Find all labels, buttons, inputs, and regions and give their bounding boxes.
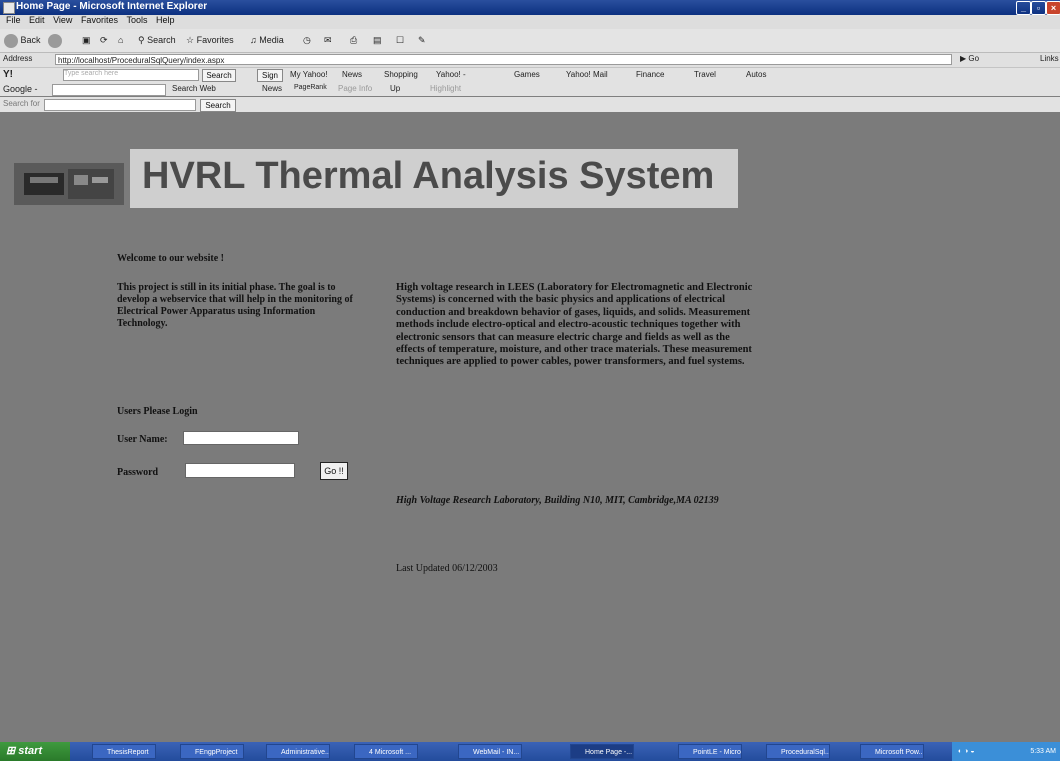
refresh-button[interactable]: ⟳: [100, 33, 108, 48]
yahoo-item-yahoo[interactable]: Yahoo! -: [436, 70, 466, 79]
search-button[interactable]: ⚲ Search: [138, 33, 176, 48]
back-label: Back: [20, 35, 41, 45]
task-webmail[interactable]: WebMail - IN...: [458, 744, 522, 759]
menu-edit[interactable]: Edit: [29, 15, 45, 25]
yahoo-search-input[interactable]: Type search here: [63, 69, 199, 81]
yahoo-logo-icon: Y!: [3, 69, 13, 80]
forward-button[interactable]: [48, 33, 62, 48]
back-arrow-icon: [4, 33, 18, 48]
login-heading: Users Please Login: [117, 406, 198, 417]
google-item-pagerank[interactable]: PageRank: [294, 84, 327, 91]
yahoo-item-news[interactable]: News: [342, 70, 362, 79]
username-input[interactable]: [183, 431, 299, 445]
menu-favorites[interactable]: Favorites: [81, 15, 118, 25]
start-label: start: [18, 745, 43, 757]
yahoo-search-button[interactable]: Search: [202, 69, 236, 82]
media-button[interactable]: ♫ Media: [250, 33, 284, 48]
search-toolbar: Search for Search: [0, 97, 1060, 113]
lab-address-text: High Voltage Research Laboratory, Buildi…: [396, 495, 719, 506]
system-tray: ◐ ◑ ◒ 5:33 AM: [952, 742, 1060, 761]
search-for-input[interactable]: [44, 99, 196, 111]
ie-app-icon: [3, 2, 15, 14]
search-icon: ⚲: [138, 35, 145, 45]
windows-logo-icon: ⊞: [6, 745, 16, 757]
yahoo-item-myyahoo[interactable]: My Yahoo!: [290, 70, 328, 79]
yahoo-item-finance[interactable]: Finance: [636, 70, 664, 79]
task-fengpproject[interactable]: FEngpProject: [180, 744, 244, 759]
search-for-label: Search for: [3, 99, 40, 108]
google-item-highlight[interactable]: Highlight: [430, 84, 461, 93]
yahoo-signin-button[interactable]: Sign In: [257, 69, 283, 91]
clock: 5:33 AM: [1030, 748, 1056, 755]
yahoo-item-mail[interactable]: Yahoo! Mail: [566, 70, 608, 79]
yahoo-item-games[interactable]: Games: [514, 70, 540, 79]
google-item-news[interactable]: News: [262, 84, 282, 93]
page-title: HVRL Thermal Analysis System: [142, 155, 715, 197]
search-for-button[interactable]: Search: [200, 99, 236, 112]
favorites-button[interactable]: ☆ Favorites: [186, 33, 234, 48]
edit-button[interactable]: ▤: [373, 33, 382, 48]
yahoo-item-travel[interactable]: Travel: [694, 70, 716, 79]
address-bar: Address http://localhost/ProceduralSqlQu…: [0, 53, 1060, 68]
window-title: Home Page - Microsoft Internet Explorer: [16, 1, 208, 12]
menu-tools[interactable]: Tools: [126, 15, 147, 25]
menu-view[interactable]: View: [53, 15, 72, 25]
intro-text: This project is still in its initial pha…: [117, 282, 353, 329]
equipment-image-icon: [14, 163, 124, 205]
search-label: Search: [147, 35, 176, 45]
menu-help[interactable]: Help: [156, 15, 175, 25]
back-button[interactable]: Back: [4, 33, 41, 48]
welcome-text: Welcome to our website !: [117, 253, 225, 264]
address-input[interactable]: http://localhost/ProceduralSqlQuery/inde…: [55, 54, 952, 65]
mail-button[interactable]: ✉: [324, 33, 332, 48]
task-proceduralsql[interactable]: ProceduralSql...: [766, 744, 830, 759]
task-microsoft-pow[interactable]: Microsoft Pow...: [860, 744, 924, 759]
task-home-page[interactable]: Home Page -...: [570, 744, 634, 759]
yahoo-item-autos[interactable]: Autos: [746, 70, 766, 79]
forward-arrow-icon: [48, 33, 62, 48]
password-label: Password: [117, 467, 159, 478]
media-label: Media: [259, 35, 284, 45]
tray-icons[interactable]: ◐ ◑ ◒: [958, 748, 975, 755]
address-label: Address: [3, 54, 33, 63]
google-item-up[interactable]: Up: [390, 84, 400, 93]
print-button[interactable]: ⎙: [350, 33, 357, 48]
last-updated-text: Last Updated 06/12/2003: [396, 563, 498, 574]
yahoo-toolbar: Y! Type search here Search Sign In My Ya…: [0, 68, 1060, 91]
window-titlebar: Home Page - Microsoft Internet Explorer …: [0, 0, 1060, 15]
close-button[interactable]: ×: [1046, 1, 1060, 15]
task-thesisreport[interactable]: ThesisReport: [92, 744, 156, 759]
google-toolbar: Google - Search Web News PageRank Page I…: [0, 83, 1060, 96]
login-go-button[interactable]: Go !!: [320, 462, 348, 480]
google-search-input[interactable]: [52, 84, 166, 96]
links-button[interactable]: Links: [1040, 54, 1059, 63]
password-input[interactable]: [185, 463, 295, 478]
google-logo: Google -: [3, 84, 38, 94]
stop-button[interactable]: ▣: [82, 33, 91, 48]
home-button[interactable]: ⌂: [118, 33, 123, 48]
task-microsoft[interactable]: 4 Microsoft ...: [354, 744, 418, 759]
messenger-button[interactable]: ✎: [418, 33, 426, 48]
description-text: High voltage research in LEES (Laborator…: [396, 282, 753, 368]
start-button[interactable]: ⊞ start: [0, 742, 70, 761]
maximize-button[interactable]: ▫: [1031, 1, 1046, 15]
minimize-button[interactable]: _: [1016, 1, 1031, 15]
menu-bar: File Edit View Favorites Tools Help: [0, 15, 1060, 29]
google-search-web-button[interactable]: Search Web: [172, 84, 216, 93]
username-label: User Name:: [117, 434, 168, 445]
star-icon: ☆: [186, 35, 195, 45]
banner-logo-image: [14, 163, 124, 205]
yahoo-item-shopping[interactable]: Shopping: [384, 70, 418, 79]
menu-file[interactable]: File: [6, 15, 21, 25]
standard-toolbar: Back ▣ ⟳ ⌂ ⚲ Search ☆ Favorites ♫ Media …: [0, 29, 1060, 53]
address-go-label: Go: [968, 54, 980, 63]
history-button[interactable]: ◷: [303, 33, 311, 48]
task-pointle[interactable]: PointLE - Micro...: [678, 744, 742, 759]
address-go-button[interactable]: ▶ Go: [960, 54, 979, 63]
google-item-pageinfo[interactable]: Page Info: [338, 84, 372, 93]
media-icon: ♫: [250, 35, 257, 45]
discuss-button[interactable]: ☐: [396, 33, 404, 48]
favorites-label: Favorites: [196, 35, 234, 45]
task-administrative[interactable]: Administrative...: [266, 744, 330, 759]
